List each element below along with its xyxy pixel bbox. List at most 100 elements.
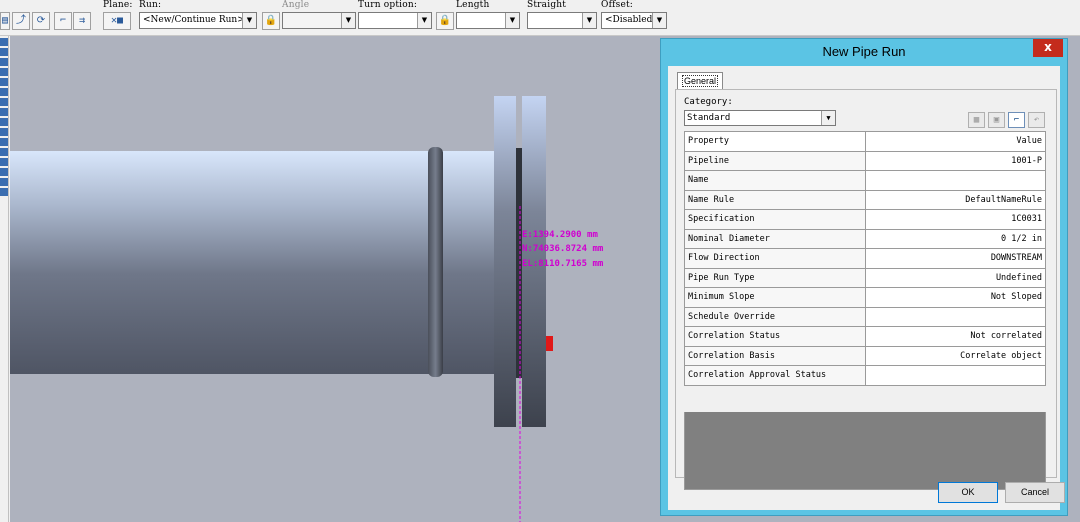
table-row[interactable]: Name Rule DefaultNameRule [684,189,1046,210]
property-value[interactable] [865,170,1046,191]
property-name: Correlation Status [684,326,866,347]
length-lock-icon[interactable]: 🔒 [436,12,454,30]
pipe-spec-icon[interactable]: ⌐ [1008,112,1025,128]
plane-label: Plane: [103,0,133,10]
tool-icon[interactable] [0,78,8,86]
angle-select[interactable]: ▼ [282,12,356,29]
offset-label: Offset: [601,0,634,10]
property-value[interactable]: Correlate object [865,345,1046,366]
tool-icon[interactable] [0,148,8,156]
tool-icon[interactable] [0,108,8,116]
turn-option-label: Turn option: [358,0,418,10]
property-value[interactable]: Undefined [865,267,1046,288]
table-row[interactable]: Schedule Override [684,306,1046,327]
turn-option-select[interactable]: ▼ [358,12,432,29]
tool-icon[interactable] [0,188,8,196]
category-label: Category: [684,97,733,107]
property-name: Correlation Basis [684,345,866,366]
property-value[interactable]: 1001-P [865,150,1046,171]
plane-picker-icon[interactable]: ✕■ [103,12,131,30]
tool-icon[interactable] [0,88,8,96]
tool-icon[interactable] [0,58,8,66]
insert-component-icon[interactable]: ⟳ [32,12,50,30]
pipe-weld-ring[interactable] [428,147,443,377]
chevron-down-icon: ▼ [505,13,519,28]
chevron-down-icon: ▼ [582,13,596,28]
chevron-down-icon: ▼ [417,13,431,28]
close-button[interactable]: x [1033,39,1063,57]
pipe-body[interactable] [10,151,435,374]
run-select-value: <New/Continue Run> [143,15,245,25]
table-row[interactable]: Flow Direction DOWNSTREAM [684,248,1046,269]
chevron-down-icon: ▼ [242,13,256,28]
branch-tool-icon[interactable]: ⇉ [73,12,91,30]
select-tool-icon[interactable]: ▤ [0,12,10,30]
chevron-down-icon: ▼ [341,13,355,28]
flange-left[interactable] [494,96,516,427]
property-value[interactable]: 0 1/2 in [865,228,1046,249]
coordinate-n: N:74036.8724 mm [522,244,604,254]
tool-icon[interactable] [0,168,8,176]
coordinate-el: EL:8110.7165 mm [522,259,604,269]
tool-icon[interactable] [0,158,8,166]
table-row[interactable]: Correlation Status Not correlated [684,326,1046,347]
property-name: Flow Direction [684,248,866,269]
elbow-tool-icon[interactable]: ⌐ [54,12,72,30]
property-name: Pipeline [684,150,866,171]
angle-lock-icon[interactable]: 🔒 [262,12,280,30]
tool-icon[interactable] [0,68,8,76]
cancel-button[interactable]: Cancel [1005,482,1065,503]
tool-icon[interactable] [0,128,8,136]
property-value[interactable]: Not Sloped [865,287,1046,308]
property-name: Specification [684,209,866,230]
property-name: Schedule Override [684,306,866,327]
property-name: Name Rule [684,189,866,210]
close-icon: x [1044,40,1052,54]
route-tool-icon[interactable]: ⤴ [12,12,30,30]
filter-grid-icon[interactable]: ▦ [968,112,985,128]
pipe-hub[interactable] [440,151,498,374]
property-value[interactable] [865,306,1046,327]
tab-general[interactable]: General [677,72,724,90]
value-column-header: Value [865,131,1046,152]
table-row[interactable]: Correlation Approval Status [684,365,1046,386]
ok-button[interactable]: OK [938,482,998,503]
coordinate-e: E:1394.2900 mm [522,230,598,240]
property-value[interactable]: Not correlated [865,326,1046,347]
table-row[interactable]: Pipeline 1001-P [684,150,1046,171]
property-name: Correlation Approval Status [684,365,866,386]
grid-header-row: Property Value [684,131,1046,152]
port-marker[interactable] [546,336,553,351]
run-select[interactable]: <New/Continue Run> ▼ [139,12,257,29]
length-select[interactable]: ▼ [456,12,520,29]
angle-label: Angle [282,0,310,10]
table-row[interactable]: Pipe Run Type Undefined [684,267,1046,288]
route-ribbon: ▤ ⤴ ⟳ ⌐ ⇉ Plane: ✕■ Run: <New/Continue R… [0,0,1080,36]
property-grid: Property Value Pipeline 1001-P Name Name… [684,131,1046,386]
tool-icon[interactable] [0,118,8,126]
offset-select[interactable]: <Disabled> ▼ [601,12,667,29]
tool-icon[interactable] [0,98,8,106]
length-label: Length [456,0,490,10]
dialog-title-bar[interactable]: New Pipe Run x [661,39,1067,65]
property-value[interactable] [865,365,1046,386]
tool-icon[interactable] [0,138,8,146]
category-select[interactable]: Standard ▼ [684,110,836,126]
table-row[interactable]: Nominal Diameter 0 1/2 in [684,228,1046,249]
tool-icon[interactable] [0,178,8,186]
property-value[interactable]: DOWNSTREAM [865,248,1046,269]
table-row[interactable]: Specification 1C0031 [684,209,1046,230]
table-row[interactable]: Minimum Slope Not Sloped [684,287,1046,308]
straight-select[interactable]: ▼ [527,12,597,29]
property-value[interactable]: DefaultNameRule [865,189,1046,210]
undo-icon[interactable]: ↶ [1028,112,1045,128]
dialog-body: General Category: Standard ▼ ▦ ▣ ⌐ ↶ Pro… [668,66,1065,510]
tool-icon[interactable] [0,48,8,56]
table-row[interactable]: Correlation Basis Correlate object [684,345,1046,366]
tool-icon[interactable] [0,38,8,46]
copy-grid-icon[interactable]: ▣ [988,112,1005,128]
table-row[interactable]: Name [684,170,1046,191]
property-value[interactable]: 1C0031 [865,209,1046,230]
new-pipe-run-dialog: New Pipe Run x General Category: Standar… [660,38,1068,516]
chevron-down-icon: ▼ [821,111,835,125]
